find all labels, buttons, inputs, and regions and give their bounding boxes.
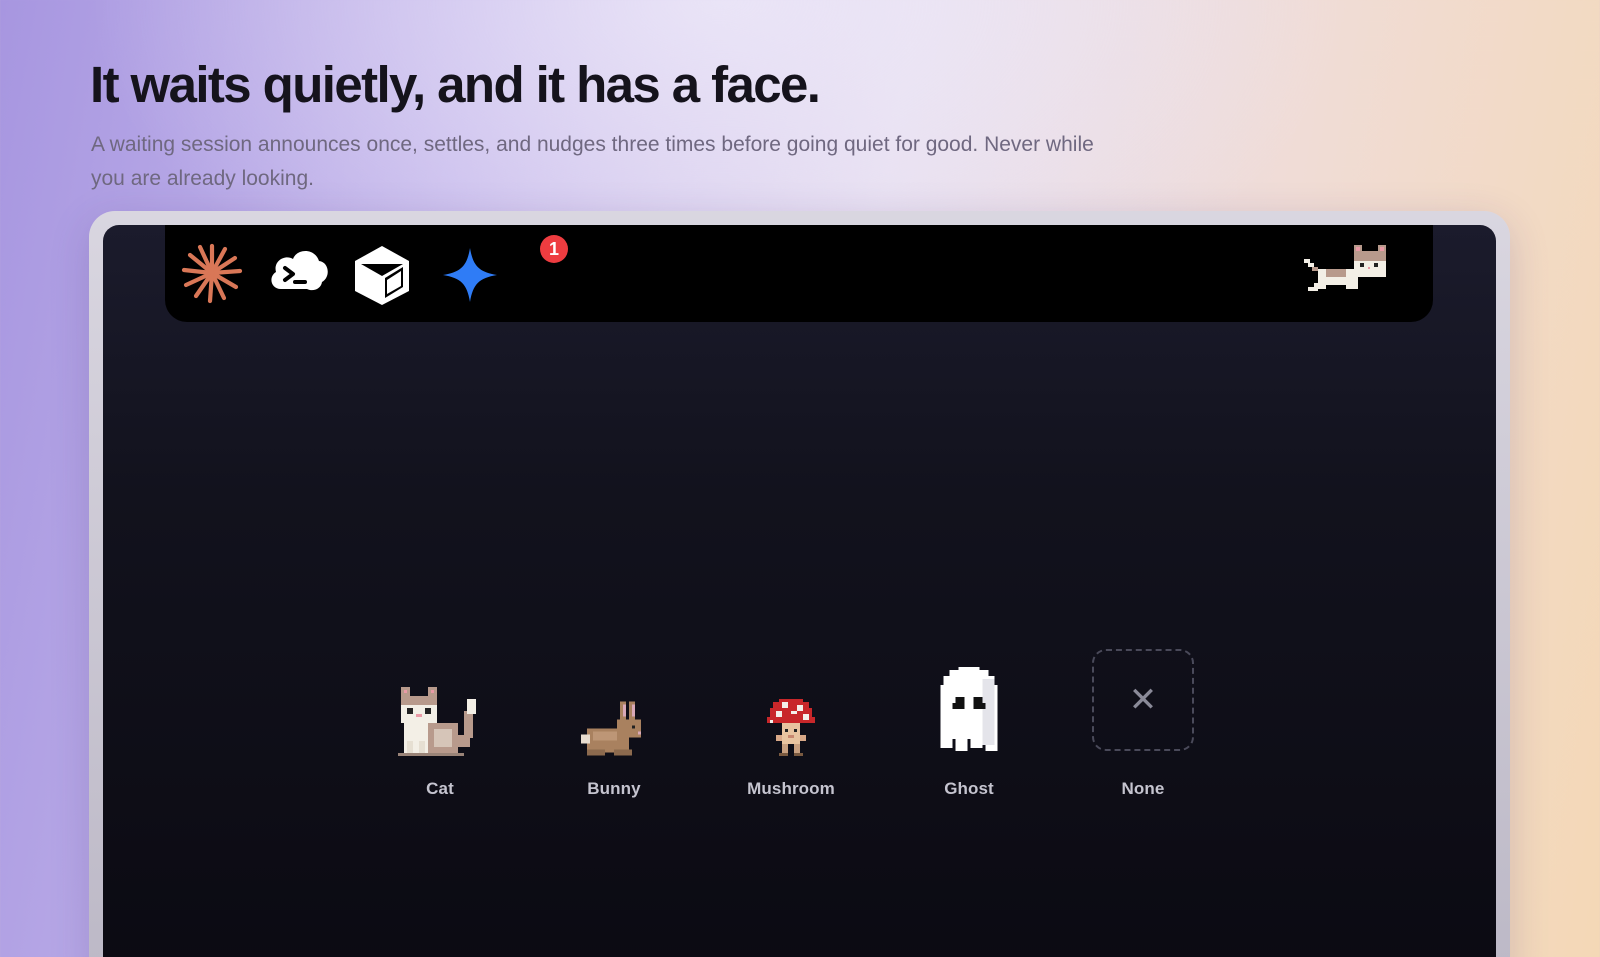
pet-label-ghost: Ghost [944, 779, 994, 798]
ghost-pixel-icon [938, 667, 1001, 754]
cloud-terminal-icon[interactable] [265, 239, 331, 305]
device-frame: 1 Cat Bunny Mushroom Ghost ✕ None [89, 211, 1510, 957]
device-screen: 1 Cat Bunny Mushroom Ghost ✕ None [103, 225, 1496, 957]
cat-pixel-icon [398, 681, 482, 759]
pet-label-bunny: Bunny [587, 779, 641, 798]
menubar-cat-pet-icon[interactable] [1302, 243, 1392, 307]
pet-option-none[interactable]: ✕ None [1068, 649, 1218, 809]
mushroom-pixel-icon [767, 699, 815, 759]
claude-asterisk-icon[interactable] [179, 240, 245, 306]
pet-option-ghost[interactable]: Ghost [894, 649, 1044, 809]
pet-label-mushroom: Mushroom [747, 779, 835, 798]
notification-badge: 1 [540, 235, 568, 263]
menu-bar: 1 [165, 225, 1433, 322]
headline: It waits quietly, and it has a face. [90, 56, 821, 113]
bunny-pixel-icon [578, 701, 650, 759]
pet-label-cat: Cat [426, 779, 454, 798]
cube-icon[interactable] [349, 242, 415, 308]
pet-option-mushroom[interactable]: Mushroom [716, 649, 866, 809]
pet-label-none: None [1121, 779, 1165, 798]
pet-option-cat[interactable]: Cat [365, 649, 515, 809]
sparkle-icon[interactable] [437, 242, 503, 308]
none-option-box[interactable]: ✕ [1092, 649, 1194, 751]
pet-option-bunny[interactable]: Bunny [539, 649, 689, 809]
subtitle: A waiting session announces once, settle… [91, 133, 1094, 190]
close-icon: ✕ [1128, 681, 1158, 719]
